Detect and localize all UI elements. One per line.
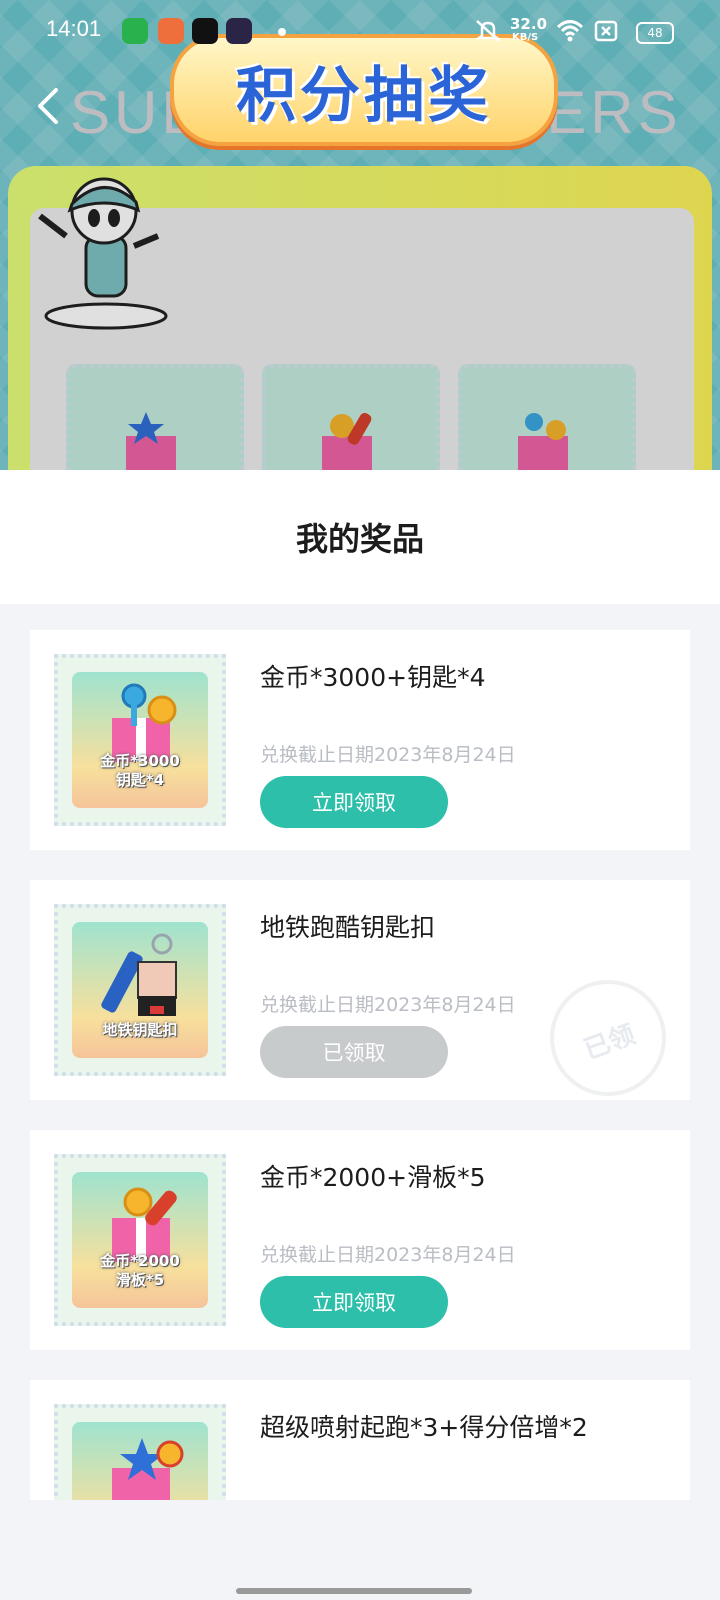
prize-card: 地铁钥匙扣 地铁跑酷钥匙扣 兑换截止日期2023年8月24日 已领取 已领 — [30, 880, 690, 1113]
gift-star-icon — [112, 1438, 184, 1500]
claim-button[interactable]: 立即领取 — [260, 776, 448, 828]
game-center-icon — [158, 18, 184, 44]
mute-icon — [474, 20, 502, 42]
prize-deadline: 兑换截止日期2023年8月24日 — [260, 994, 516, 1016]
prize-deadline: 兑换截止日期2023年8月24日 — [260, 744, 516, 766]
gift-key-coin-icon — [112, 683, 177, 762]
claimed-stamp-icon: 已领 — [533, 963, 683, 1113]
notification-dot — [278, 28, 286, 36]
keychain-icon — [101, 933, 177, 1016]
prize-deadline: 兑换截止日期2023年8月24日 — [260, 1244, 516, 1266]
battery-icon: 48 — [636, 22, 674, 44]
prize-title: 金币*3000+钥匙*4 — [260, 663, 486, 692]
prize-title: 金币*2000+滑板*5 — [260, 1163, 486, 1192]
thumb-label-line2: 钥匙*4 — [115, 771, 165, 789]
prize-card: 超级喷射起跑*3+得分倍增*2 — [30, 1380, 690, 1500]
header-banner: SUBWAY SURFERS 积分抽奖 — [0, 0, 720, 480]
app-icon — [226, 18, 252, 44]
prize-list[interactable]: 金币*3000 钥匙*4 金币*3000+钥匙*4 兑换截止日期2023年8月2… — [30, 630, 690, 1500]
gift-coin-board-icon — [112, 1187, 177, 1262]
status-time: 14:01 — [46, 16, 102, 41]
sim-icon — [594, 20, 618, 42]
status-bar: 14:01 32.0 KB/S 48 — [0, 0, 720, 64]
prize-thumbnail: 金币*3000 钥匙*4 — [54, 654, 226, 826]
prize-thumbnail — [54, 1404, 226, 1500]
wifi-icon — [556, 20, 584, 42]
prize-card: 金币*3000 钥匙*4 金币*3000+钥匙*4 兑换截止日期2023年8月2… — [30, 630, 690, 850]
home-indicator[interactable] — [236, 1588, 472, 1594]
prize-title: 超级喷射起跑*3+得分倍增*2 — [260, 1413, 588, 1442]
my-prizes-sheet: 我的奖品 金币*3000 钥匙*4 金币*3000+钥匙*4 兑换截止日期202… — [0, 470, 720, 1600]
app-store-icon — [122, 18, 148, 44]
tiktok-icon — [192, 18, 218, 44]
prize-thumbnail: 金币*2000 滑板*5 — [54, 1154, 226, 1326]
claimed-button: 已领取 — [260, 1026, 448, 1078]
thumb-label-line2: 滑板*5 — [115, 1271, 165, 1289]
thumb-label-line1: 金币*2000 — [100, 1252, 180, 1270]
net-speed-unit: KB/S — [512, 32, 539, 43]
prize-title: 地铁跑酷钥匙扣 — [260, 913, 436, 942]
sheet-title: 我的奖品 — [295, 520, 424, 558]
claim-button[interactable]: 立即领取 — [260, 1276, 448, 1328]
thumb-label-line1: 地铁钥匙扣 — [102, 1021, 178, 1039]
net-speed-value: 32.0 — [510, 15, 548, 33]
thumb-label-line1: 金币*3000 — [100, 752, 180, 770]
back-button[interactable] — [30, 84, 70, 128]
prize-card: 金币*2000 滑板*5 金币*2000+滑板*5 兑换截止日期2023年8月2… — [30, 1130, 690, 1350]
sheet-header: 我的奖品 — [0, 470, 720, 604]
prize-thumbnail: 地铁钥匙扣 — [54, 904, 226, 1076]
